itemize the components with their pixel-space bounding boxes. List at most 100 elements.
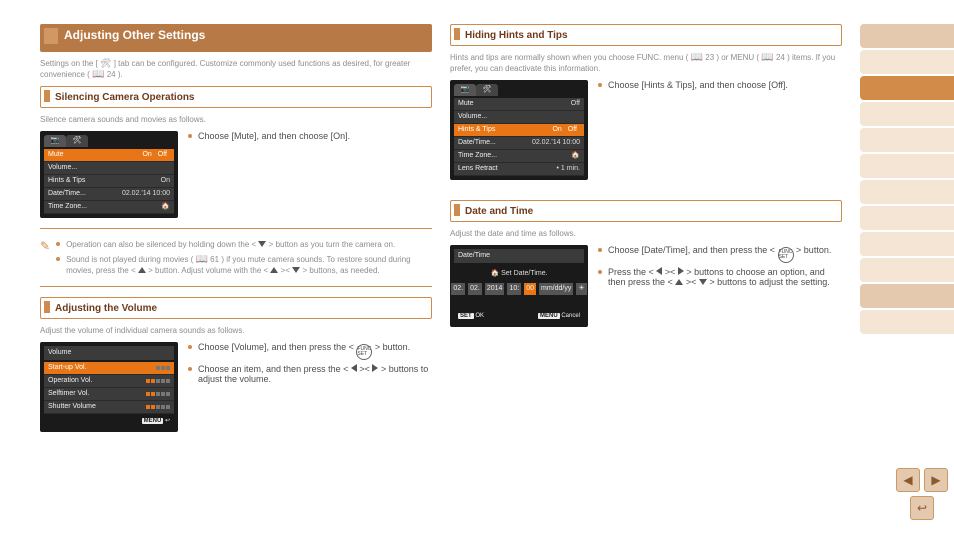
lcd-screen-title: Volume bbox=[44, 346, 174, 360]
dt-field: 02. bbox=[468, 283, 482, 295]
bullet-text: Choose [Date/Time], and then press the < bbox=[608, 245, 775, 255]
hints-bullet: Choose [Hints & Tips], and then choose [… bbox=[598, 80, 842, 90]
prev-page-button[interactable]: ◀ bbox=[896, 468, 920, 492]
section-head-volume: Adjusting the Volume bbox=[40, 297, 432, 319]
book-icon: 📖 bbox=[92, 69, 104, 80]
lcd-label: Mute bbox=[458, 99, 474, 109]
tab-item[interactable] bbox=[860, 24, 954, 48]
bullet-dot-icon bbox=[598, 83, 602, 87]
bullet-dot-icon bbox=[188, 367, 192, 371]
tab-item[interactable] bbox=[860, 284, 954, 308]
lcd-label: Hints & Tips bbox=[458, 125, 495, 135]
lcd-row-startupvol: Start-up Vol. bbox=[44, 362, 174, 375]
lcd-value: On bbox=[161, 176, 170, 186]
section-head-date: Date and Time bbox=[450, 200, 842, 222]
dt-field: 10: bbox=[507, 283, 521, 295]
lcd-label: Hints & Tips bbox=[48, 176, 85, 186]
page-nav: ◀ ▶ ↩ bbox=[896, 468, 948, 520]
note-block: ✎ Operation can also be silenced by hold… bbox=[40, 239, 432, 276]
up-arrow-icon bbox=[138, 267, 146, 273]
lcd-label: Selftimer Vol. bbox=[48, 389, 89, 399]
bullet-dot-icon bbox=[188, 134, 192, 138]
lcd-screen-title: Date/Time bbox=[454, 249, 584, 263]
lcd-value: 🏠 bbox=[571, 151, 580, 161]
camera-tab-icon: 📷 bbox=[44, 135, 66, 147]
volume-bullet2: Choose an item, and then press the < >< … bbox=[188, 364, 432, 384]
lcd-row-selfvol: Selftimer Vol. bbox=[44, 388, 174, 401]
lcd-row-volume: Volume... bbox=[44, 162, 174, 175]
bullet-text: Choose [Hints & Tips], and then choose [… bbox=[608, 80, 788, 90]
lcd-row-tz: Time Zone... 🏠 bbox=[454, 150, 584, 163]
tab-item-active[interactable] bbox=[860, 76, 954, 100]
section-title: Hiding Hints and Tips bbox=[465, 30, 568, 41]
bullet-dot-icon bbox=[56, 242, 60, 246]
book-icon: 📖 bbox=[761, 52, 773, 63]
lcd-hints: 📷 🛠 Mute Off Volume... Hints & Tips OnOf… bbox=[450, 80, 588, 180]
tab-item[interactable] bbox=[860, 50, 954, 74]
bullet-text: Choose [Mute], and then choose [On]. bbox=[198, 131, 350, 141]
tab-item[interactable] bbox=[860, 206, 954, 230]
tab-item[interactable] bbox=[860, 154, 954, 178]
tab-item[interactable] bbox=[860, 180, 954, 204]
note-xref[interactable]: 61 bbox=[210, 255, 219, 264]
date-body: Adjust the date and time as follows. bbox=[450, 228, 842, 239]
bullet-text: > buttons to adjust the setting. bbox=[709, 277, 829, 287]
down-arrow-icon bbox=[292, 267, 300, 273]
silence-body: Silence camera sounds and movies as foll… bbox=[40, 114, 432, 125]
lcd-footer: MENU ↩ bbox=[44, 414, 174, 428]
tab-item[interactable] bbox=[860, 258, 954, 282]
rule bbox=[40, 228, 432, 229]
lcd-row-hints: Hints & Tips OnOff bbox=[454, 124, 584, 137]
lcd-value: 🏠 bbox=[161, 202, 170, 212]
up-arrow-icon bbox=[675, 279, 683, 285]
tab-item[interactable] bbox=[860, 128, 954, 152]
lcd-row-volume: Volume... bbox=[454, 111, 584, 124]
lcd-value: 02.02.'14 10:00 bbox=[122, 189, 170, 199]
set-badge: SET bbox=[458, 313, 474, 319]
date-bullet1: Choose [Date/Time], and then press the <… bbox=[598, 245, 842, 263]
lcd-value: • 1 min. bbox=[557, 164, 580, 174]
section-title: Adjusting the Volume bbox=[55, 303, 157, 314]
up-arrow-icon bbox=[270, 267, 278, 273]
hints-xref[interactable]: 23 bbox=[705, 53, 714, 62]
tools-tab-icon: 🛠 bbox=[66, 135, 88, 147]
lcd-value: Off bbox=[571, 99, 580, 109]
note-text: > buttons, as needed. bbox=[302, 266, 379, 275]
note1: Operation can also be silenced by holdin… bbox=[66, 239, 395, 250]
tab-item[interactable] bbox=[860, 310, 954, 334]
right-arrow-icon: ▶ bbox=[931, 473, 940, 487]
volume-bars-icon bbox=[146, 405, 170, 409]
hints-xref[interactable]: 24 bbox=[776, 53, 785, 62]
volume-bars-icon bbox=[146, 366, 170, 370]
lcd-label: Shutter Volume bbox=[48, 402, 96, 412]
page-title: Adjusting Other Settings bbox=[64, 28, 205, 42]
section-title: Date and Time bbox=[465, 206, 533, 217]
note-text: > button. Adjust volume with the < bbox=[148, 266, 268, 275]
lcd-value: 02.02.'14 10:00 bbox=[532, 138, 580, 148]
on-pill: On bbox=[139, 150, 154, 160]
next-page-button[interactable]: ▶ bbox=[924, 468, 948, 492]
func-set-icon: FUNCSET bbox=[778, 247, 794, 263]
left-arrow-icon: ◀ bbox=[903, 473, 912, 487]
section-head-hints: Hiding Hints and Tips bbox=[450, 24, 842, 46]
down-arrow-icon bbox=[699, 279, 707, 285]
bullet-dot-icon bbox=[598, 248, 602, 252]
lcd-label: Operation Vol. bbox=[48, 376, 92, 386]
intro-xref[interactable]: 24 bbox=[107, 70, 116, 79]
tab-item[interactable] bbox=[860, 232, 954, 256]
tab-item[interactable] bbox=[860, 102, 954, 126]
intro-c: ). bbox=[118, 70, 123, 79]
lcd-volume: Volume Start-up Vol. Operation Vol. Self… bbox=[40, 342, 178, 432]
lcd-row-mute: Mute Off bbox=[454, 98, 584, 111]
volume-bars-icon bbox=[146, 392, 170, 396]
note-text: Operation can also be silenced by holdin… bbox=[66, 240, 256, 249]
back-button[interactable]: ↩ bbox=[910, 496, 934, 520]
menu-badge: MENU bbox=[142, 418, 164, 424]
lcd-row-datetime: Date/Time... 02.02.'14 10:00 bbox=[454, 137, 584, 150]
menu-badge: MENU bbox=[538, 313, 560, 319]
lcd-label: Start-up Vol. bbox=[48, 363, 87, 373]
camera-tab-icon: 📷 bbox=[454, 84, 476, 96]
volume-bars-icon bbox=[146, 379, 170, 383]
lcd-onoff: OnOff bbox=[139, 150, 170, 160]
bullet-dot-icon bbox=[188, 345, 192, 349]
